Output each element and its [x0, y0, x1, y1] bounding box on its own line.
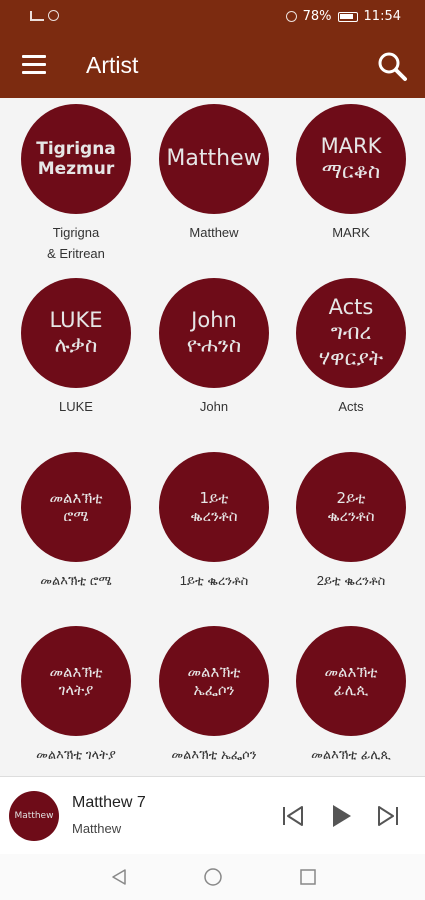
- battery-icon: [337, 11, 358, 22]
- artist-disc: 2ይቲ ቈረንቶስ: [296, 452, 406, 562]
- battery-percent: 78%: [302, 9, 332, 24]
- artist-disc: መልእኽቲ ገላትያ: [21, 626, 131, 736]
- artist-caption: 1ይቲ ቈረንቶስ: [179, 573, 249, 588]
- artist-grid: Tigrigna Mezmur Tigrigna & Eritrean Matt…: [0, 98, 425, 776]
- player-thumbnail[interactable]: Matthew: [9, 791, 59, 841]
- artist-caption: መልእኽቲ ሮሜ: [40, 573, 112, 588]
- artist-item[interactable]: Matthew Matthew: [145, 104, 283, 244]
- play-icon[interactable]: [328, 803, 354, 829]
- artist-disc: John ዮሐንስ: [159, 278, 269, 388]
- artist-item[interactable]: MARK ማርቆስ MARK: [282, 104, 420, 244]
- player-artist: Matthew: [72, 821, 122, 836]
- artist-item[interactable]: Acts ግብረ ሃዋርያት Acts: [282, 278, 420, 418]
- artist-caption: Acts: [338, 399, 364, 414]
- artist-item[interactable]: መልእኽቲ ገላትያ መልእኽቲ ገላትያ: [7, 626, 145, 766]
- notification-icon: [48, 10, 59, 21]
- skip-next-icon[interactable]: [375, 803, 401, 829]
- artist-disc: 1ይቲ ቈረንቶስ: [159, 452, 269, 562]
- artist-item[interactable]: መልእኽቲ ኤፌሶን መልእኽቲ ኤፌሶን: [145, 626, 283, 766]
- artist-disc: መልእኽቲ ሮሜ: [21, 452, 131, 562]
- artist-caption: LUKE: [59, 399, 93, 414]
- artist-item[interactable]: 1ይቲ ቈረንቶስ 1ይቲ ቈረንቶስ: [145, 452, 283, 592]
- signal-icon: [30, 10, 44, 21]
- artist-item[interactable]: መልእኽቲ ሮሜ መልእኽቲ ሮሜ: [7, 452, 145, 592]
- artist-caption: John: [199, 399, 229, 414]
- artist-disc: Tigrigna Mezmur: [21, 104, 131, 214]
- app-bar: Artist: [0, 34, 425, 98]
- artist-item[interactable]: LUKE ሉቃስ LUKE: [7, 278, 145, 418]
- system-nav-bar: [0, 854, 425, 900]
- status-bar: 78% 11:54: [0, 0, 425, 34]
- artist-item[interactable]: John ዮሐንስ John: [145, 278, 283, 418]
- mini-player: Matthew Matthew 7 Matthew: [0, 776, 425, 854]
- artist-item[interactable]: Tigrigna Mezmur Tigrigna & Eritrean: [7, 104, 145, 265]
- home-circle-icon[interactable]: [203, 867, 223, 887]
- hamburger-icon[interactable]: [22, 55, 46, 75]
- artist-caption: Tigrigna & Eritrean: [47, 225, 105, 261]
- artist-caption: መልእኽቲ ኤፌሶን: [171, 747, 257, 762]
- artist-caption: መልእኽቲ ገላትያ: [36, 747, 116, 762]
- artist-disc: Matthew: [159, 104, 269, 214]
- artist-caption: 2ይቲ ቈረንቶስ: [316, 573, 386, 588]
- recent-square-icon[interactable]: [298, 867, 318, 887]
- artist-disc: መልእኽቲ ኤፌሶን: [159, 626, 269, 736]
- clock: 11:54: [363, 9, 401, 24]
- artist-disc: LUKE ሉቃስ: [21, 278, 131, 388]
- status-right: 78% 11:54: [285, 9, 401, 24]
- page-title: Artist: [86, 52, 139, 78]
- artist-caption: Matthew: [189, 225, 239, 240]
- artist-item[interactable]: 2ይቲ ቈረንቶስ 2ይቲ ቈረንቶስ: [282, 452, 420, 592]
- player-track-title[interactable]: Matthew 7: [72, 794, 146, 812]
- artist-disc: Acts ግብረ ሃዋርያት: [296, 278, 406, 388]
- artist-caption: MARK: [332, 225, 370, 240]
- search-icon[interactable]: [376, 50, 408, 82]
- do-not-disturb-icon: [285, 11, 297, 22]
- artist-item[interactable]: መልእኽቲ ፊሊጲ መልእኽቲ ፊሊጲ: [282, 626, 420, 766]
- status-left: [30, 10, 59, 21]
- skip-previous-icon[interactable]: [280, 803, 306, 829]
- artist-disc: MARK ማርቆስ: [296, 104, 406, 214]
- artist-disc: መልእኽቲ ፊሊጲ: [296, 626, 406, 736]
- artist-caption: መልእኽቲ ፊሊጲ: [311, 747, 391, 762]
- back-triangle-icon[interactable]: [109, 867, 129, 887]
